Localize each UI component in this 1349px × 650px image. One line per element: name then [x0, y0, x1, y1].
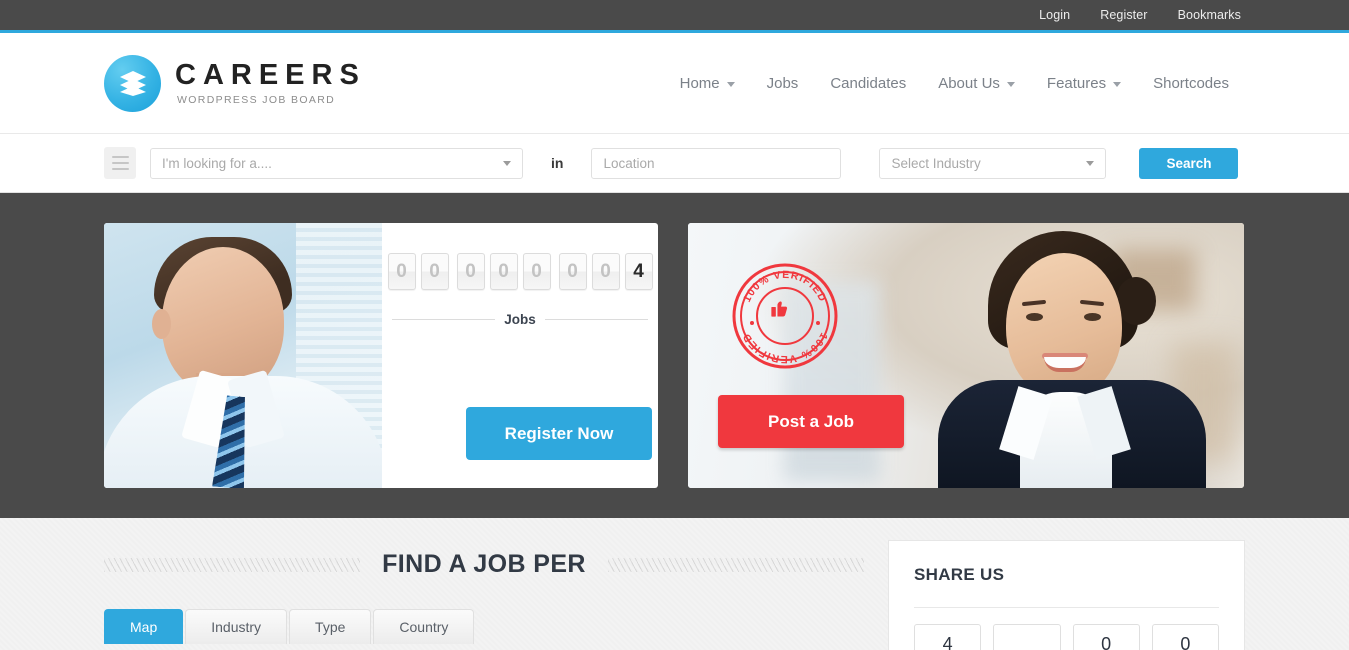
nav-item-home[interactable]: Home	[664, 75, 751, 92]
nav-label: About Us	[938, 74, 1000, 92]
counter-digit: 0	[420, 253, 449, 290]
industry-select-value: Select Industry	[891, 155, 981, 171]
promo-banner-section: 0 0 0 0 0 0 0 4 Jobs Register Now 100% V…	[0, 193, 1349, 518]
nav-item-about-us[interactable]: About Us	[922, 75, 1031, 92]
industry-select[interactable]: Select Industry	[879, 147, 1107, 179]
nav-item-jobs[interactable]: Jobs	[751, 75, 815, 92]
counter-digit-active: 4	[624, 253, 653, 290]
share-us-title: SHARE US	[914, 565, 1005, 584]
share-count-box[interactable]: 0	[1151, 624, 1219, 650]
divider-line	[914, 607, 1219, 608]
nav-label: Jobs	[766, 74, 799, 92]
svg-text:100% VERIFIED: 100% VERIFIED	[740, 331, 829, 366]
job-counter: 0 0 0 0 0 0 0 4	[387, 253, 653, 290]
counter-group-2: 0 0 0	[456, 253, 551, 290]
nav-label: Features	[1046, 74, 1107, 92]
bookmarks-link[interactable]: Bookmarks	[1178, 8, 1241, 22]
jobs-label: Jobs	[504, 312, 536, 327]
location-input[interactable]: Location	[591, 147, 842, 179]
search-button[interactable]: Search	[1139, 147, 1239, 179]
hatch-decoration-left	[104, 557, 361, 572]
counter-digit: 0	[591, 253, 620, 290]
hatch-decoration-right	[607, 557, 864, 572]
counter-digit: 0	[489, 253, 518, 290]
counter-group-1: 0 0	[387, 253, 449, 290]
share-count-box[interactable]: 4	[914, 624, 982, 650]
divider-line	[392, 319, 496, 320]
register-now-button[interactable]: Register Now	[466, 407, 652, 460]
verified-stamp-icon: 100% VERIFIED 100% VERIFIED	[730, 261, 840, 371]
tab-map[interactable]: Map	[104, 609, 184, 644]
chevron-down-icon	[503, 160, 511, 166]
logo[interactable]: CAREERS WORDPRESS JOB BOARD	[104, 54, 366, 112]
location-placeholder: Location	[603, 155, 655, 171]
find-job-section: FIND A JOB PER Map Industry Type Country…	[0, 518, 1349, 650]
share-count-box[interactable]: 0	[1072, 624, 1140, 650]
nav-item-candidates[interactable]: Candidates	[814, 75, 922, 92]
counter-digit: 0	[456, 253, 485, 290]
job-search-bar: I'm looking for a.... in Location Select…	[0, 134, 1349, 193]
counter-caption: Jobs	[392, 312, 649, 327]
chevron-down-icon	[726, 81, 735, 87]
search-separator-label: in	[551, 155, 564, 171]
nav-item-features[interactable]: Features	[1031, 75, 1137, 92]
share-us-panel: SHARE US 4 0 0	[888, 540, 1245, 650]
find-job-heading-row: FIND A JOB PER	[104, 518, 864, 579]
businessman-photo	[104, 223, 382, 488]
hamburger-icon[interactable]	[104, 147, 136, 179]
post-a-job-button[interactable]: Post a Job	[718, 395, 904, 448]
nav-label: Home	[679, 74, 720, 92]
main-navigation: Home Jobs Candidates About Us Features S…	[664, 75, 1245, 92]
counter-digit: 0	[387, 253, 416, 290]
chevron-down-icon	[1113, 81, 1122, 87]
top-links: Login Register Bookmarks	[1039, 8, 1349, 22]
chevron-down-icon	[1086, 160, 1095, 166]
counter-group-3: 0 0 4	[558, 253, 653, 290]
logo-subtitle: WORDPRESS JOB BOARD	[177, 93, 336, 106]
counter-digit: 0	[558, 253, 587, 290]
chevron-down-icon	[1006, 81, 1015, 87]
nav-item-shortcodes[interactable]: Shortcodes	[1137, 75, 1245, 92]
share-count-box[interactable]	[993, 624, 1061, 650]
divider-line	[544, 319, 649, 320]
top-utility-bar: Login Register Bookmarks	[0, 0, 1349, 30]
tab-industry[interactable]: Industry	[185, 609, 288, 644]
register-link[interactable]: Register	[1100, 8, 1147, 22]
share-count-boxes: 4 0 0	[914, 624, 1219, 650]
nav-label: Candidates	[830, 74, 907, 92]
tab-country[interactable]: Country	[373, 609, 475, 644]
nav-label: Shortcodes	[1153, 74, 1229, 92]
job-counter-area: 0 0 0 0 0 0 0 4 Jobs Register Now	[382, 223, 658, 488]
tab-type[interactable]: Type	[289, 609, 372, 644]
site-header: CAREERS WORDPRESS JOB BOARD Home Jobs Ca…	[0, 33, 1349, 134]
logo-title: CAREERS	[175, 58, 366, 91]
stacked-layers-icon	[104, 54, 161, 112]
post-job-banner: 100% VERIFIED 100% VERIFIED Post a Job	[688, 223, 1244, 488]
login-link[interactable]: Login	[1039, 8, 1070, 22]
keyword-select-value: I'm looking for a....	[162, 155, 272, 171]
keyword-select[interactable]: I'm looking for a....	[150, 147, 523, 179]
counter-digit: 0	[522, 253, 551, 290]
register-banner: 0 0 0 0 0 0 0 4 Jobs Register Now	[104, 223, 658, 488]
page-title: FIND A JOB PER	[382, 550, 586, 578]
